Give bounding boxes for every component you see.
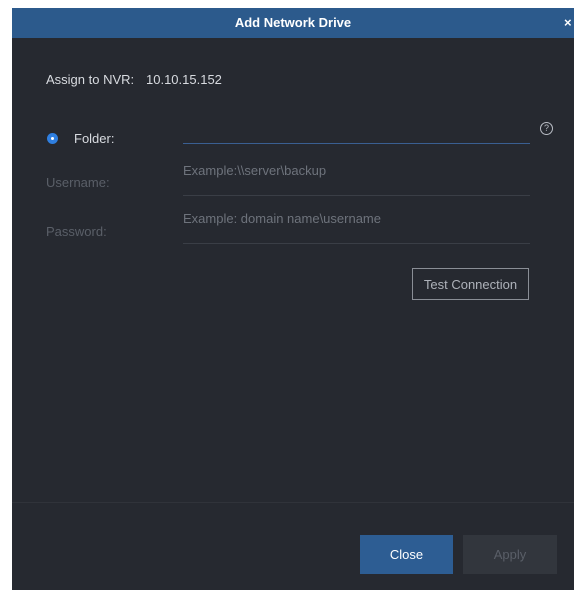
- dialog-title-bar: Add Network Drive: [12, 8, 574, 38]
- password-label: Password:: [46, 224, 107, 239]
- assign-nvr-value: 10.10.15.152: [146, 72, 222, 87]
- close-button[interactable]: Close: [360, 535, 453, 574]
- password-input[interactable]: [183, 208, 530, 244]
- help-icon[interactable]: ?: [540, 122, 553, 135]
- username-input[interactable]: [183, 160, 530, 196]
- footer-divider: [12, 502, 574, 503]
- assign-nvr-label: Assign to NVR:: [46, 72, 135, 87]
- dialog-title: Add Network Drive: [234, 15, 352, 30]
- radio-dot-icon: [51, 137, 54, 140]
- apply-button[interactable]: Apply: [463, 535, 557, 574]
- folder-radio[interactable]: [47, 133, 58, 144]
- close-icon[interactable]: ×: [564, 8, 574, 38]
- test-connection-button[interactable]: Test Connection: [412, 268, 529, 300]
- add-network-drive-dialog: Add Network Drive × Assign to NVR: 10.10…: [12, 8, 574, 590]
- folder-label: Folder:: [74, 131, 115, 146]
- username-label: Username:: [46, 175, 110, 190]
- folder-input[interactable]: [183, 122, 530, 144]
